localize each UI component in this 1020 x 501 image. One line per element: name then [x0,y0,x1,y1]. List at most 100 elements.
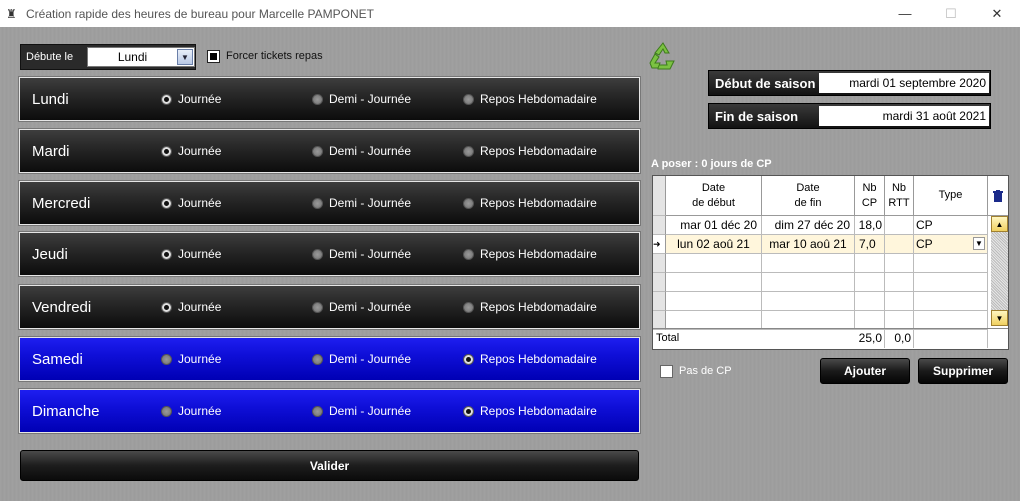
radio-label: Demi - Journée [329,144,412,158]
radio-dot-icon[interactable] [463,93,474,105]
valider-button[interactable]: Valider [20,450,639,481]
radio-half[interactable]: Demi - Journée [312,196,411,210]
radio-rest[interactable]: Repos Hebdomadaire [463,247,597,261]
close-button[interactable]: ✕ [974,0,1020,27]
radio-dot-icon[interactable] [161,145,172,157]
table-cell-rtt[interactable] [885,216,914,235]
table-cell-type[interactable]: CP ▼ [914,235,988,254]
table-cell-debut[interactable]: mar 01 déc 20 [666,216,762,235]
table-cell-debut[interactable] [666,273,762,292]
radio-dot-icon[interactable] [463,405,474,417]
scroll-up-icon[interactable]: ▲ [991,216,1008,232]
radio-half[interactable]: Demi - Journée [312,352,411,366]
table-cell-debut[interactable] [666,292,762,311]
recycle-icon[interactable] [646,41,680,71]
radio-dot-icon[interactable] [161,197,172,209]
table-cell-fin[interactable] [762,273,855,292]
radio-full[interactable]: Journée [161,196,221,210]
radio-full[interactable]: Journée [161,144,221,158]
table-cell-type[interactable] [914,254,988,273]
trash-icon[interactable] [988,176,1008,216]
radio-dot-icon[interactable] [161,301,172,313]
table-cell-debut[interactable] [666,254,762,273]
radio-dot-icon[interactable] [463,197,474,209]
table-cell-cp[interactable] [855,292,885,311]
chevron-down-icon[interactable]: ▼ [177,49,193,65]
vertical-scrollbar[interactable]: ▲ ▼ [991,216,1008,326]
row-selector[interactable] [653,216,666,235]
col-date-debut[interactable]: Date de début [666,176,762,216]
radio-dot-icon[interactable] [161,405,172,417]
radio-dot-icon[interactable] [312,405,323,417]
table-cell-cp[interactable]: 18,0 [855,216,885,235]
radio-half[interactable]: Demi - Journée [312,92,411,106]
radio-rest[interactable]: Repos Hebdomadaire [463,352,597,366]
table-cell-rtt[interactable] [885,235,914,254]
minimize-button[interactable]: — [882,0,928,27]
radio-dot-icon[interactable] [312,248,323,260]
window-title: Création rapide des heures de bureau pou… [26,6,374,21]
radio-dot-icon[interactable] [312,145,323,157]
table-cell-rtt[interactable] [885,254,914,273]
table-cell-debut[interactable]: lun 02 aoû 21 [666,235,762,254]
table-cell-type[interactable] [914,273,988,292]
radio-full[interactable]: Journée [161,300,221,314]
type-value: CP [916,237,933,251]
table-cell-fin[interactable] [762,292,855,311]
row-selector[interactable] [653,254,666,273]
row-selector[interactable] [653,273,666,292]
table-cell-fin[interactable]: dim 27 déc 20 [762,216,855,235]
radio-full[interactable]: Journée [161,92,221,106]
radio-rest[interactable]: Repos Hebdomadaire [463,144,597,158]
radio-dot-icon[interactable] [463,301,474,313]
type-dropdown-icon[interactable]: ▼ [973,237,985,250]
radio-dot-icon[interactable] [161,248,172,260]
row-selector[interactable] [653,292,666,311]
radio-half[interactable]: Demi - Journée [312,404,411,418]
table-cell-fin[interactable] [762,254,855,273]
radio-rest[interactable]: Repos Hebdomadaire [463,300,597,314]
radio-dot-icon[interactable] [463,248,474,260]
radio-half[interactable]: Demi - Journée [312,144,411,158]
radio-half[interactable]: Demi - Journée [312,247,411,261]
col-type[interactable]: Type [914,176,988,216]
table-cell-rtt[interactable] [885,273,914,292]
table-cell-type[interactable]: CP [914,216,988,235]
radio-dot-icon[interactable] [312,93,323,105]
force-tickets-checkbox[interactable] [207,50,220,63]
table-cell-cp[interactable]: 7,0 [855,235,885,254]
radio-full[interactable]: Journée [161,352,221,366]
ajouter-button[interactable]: Ajouter [820,358,910,384]
table-cell-fin[interactable]: mar 10 aoû 21 [762,235,855,254]
table-cell-cp[interactable] [855,273,885,292]
radio-dot-icon[interactable] [312,197,323,209]
radio-dot-icon[interactable] [161,353,172,365]
radio-dot-icon[interactable] [161,93,172,105]
radio-dot-icon[interactable] [312,301,323,313]
maximize-button: ☐ [945,5,957,21]
start-day-select[interactable]: Lundi ▼ [87,47,195,67]
radio-full[interactable]: Journée [161,404,221,418]
radio-dot-icon[interactable] [463,145,474,157]
radio-rest[interactable]: Repos Hebdomadaire [463,404,597,418]
radio-half[interactable]: Demi - Journée [312,300,411,314]
table-cell-type[interactable] [914,292,988,311]
radio-dot-icon[interactable] [312,353,323,365]
radio-rest[interactable]: Repos Hebdomadaire [463,196,597,210]
cp-to-take-label: A poser : 0 jours de CP [651,158,772,170]
supprimer-button[interactable]: Supprimer [918,358,1008,384]
pas-de-cp-checkbox[interactable] [660,365,673,378]
season-end-field[interactable]: mardi 31 août 2021 [819,106,989,126]
col-nb-cp[interactable]: Nb CP [855,176,885,216]
radio-dot-icon[interactable] [463,353,474,365]
col-nb-rtt[interactable]: Nb RTT [885,176,914,216]
row-selector[interactable]: ➜ [653,235,666,254]
radio-full[interactable]: Journée [161,247,221,261]
start-day-label: Débute le [26,51,74,63]
table-cell-cp[interactable] [855,254,885,273]
col-date-fin[interactable]: Date de fin [762,176,855,216]
scroll-down-icon[interactable]: ▼ [991,310,1008,326]
table-cell-rtt[interactable] [885,292,914,311]
season-start-field[interactable]: mardi 01 septembre 2020 [819,73,989,93]
radio-rest[interactable]: Repos Hebdomadaire [463,92,597,106]
